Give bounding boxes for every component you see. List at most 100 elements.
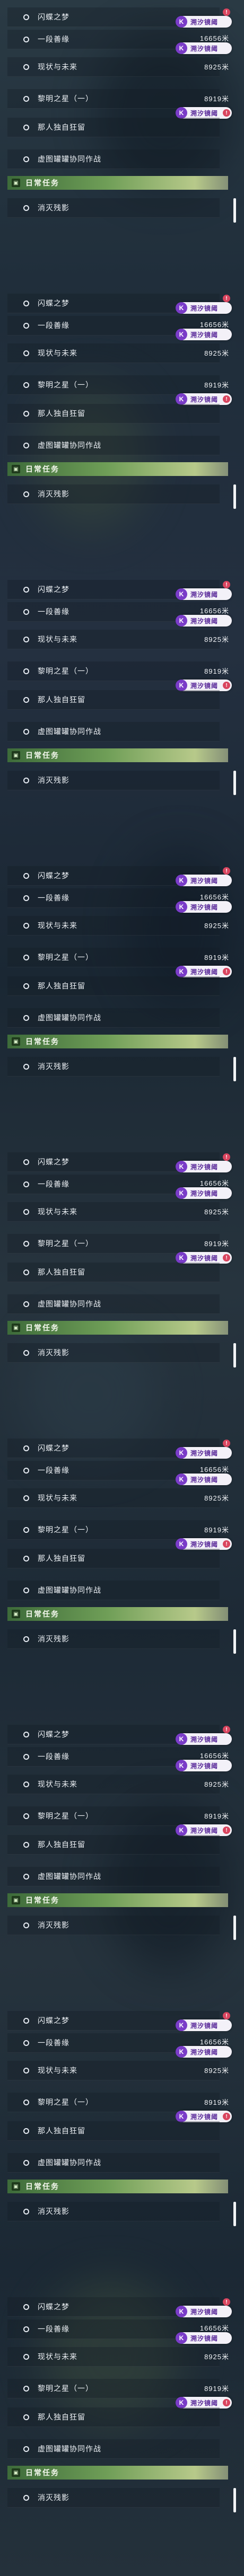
radio-icon[interactable] — [23, 205, 29, 211]
radio-icon[interactable] — [23, 2128, 29, 2134]
quest-item[interactable]: 现状与未来 — [7, 2347, 220, 2367]
radio-icon[interactable] — [23, 1555, 29, 1562]
scrollbar-thumb[interactable] — [233, 484, 236, 509]
quest-item[interactable]: 那人独自狂留 — [7, 1835, 220, 1855]
radio-icon[interactable] — [23, 2414, 29, 2420]
radio-icon[interactable] — [23, 1240, 29, 1247]
radio-icon[interactable] — [23, 922, 29, 929]
radio-icon[interactable] — [23, 1873, 29, 1880]
radio-icon[interactable] — [23, 872, 29, 879]
radio-icon[interactable] — [23, 2099, 29, 2105]
quest-item[interactable]: 那人独自狂留 — [7, 118, 220, 137]
radio-icon[interactable] — [23, 696, 29, 703]
scrollbar-thumb[interactable] — [233, 2488, 236, 2512]
radio-icon[interactable] — [23, 2446, 29, 2452]
daily-quest-item[interactable]: 消灭残影 — [7, 2202, 220, 2221]
quest-item[interactable]: 那人独自狂留 — [7, 1263, 220, 1282]
radio-icon[interactable] — [23, 2159, 29, 2166]
radio-icon[interactable] — [23, 1014, 29, 1021]
radio-icon[interactable] — [23, 1841, 29, 1848]
quest-item[interactable]: 虚图罐罐协同作战 — [7, 436, 220, 455]
radio-icon[interactable] — [23, 1181, 29, 1187]
radio-icon[interactable] — [23, 124, 29, 130]
radio-icon[interactable] — [23, 36, 29, 42]
radio-icon[interactable] — [23, 586, 29, 593]
radio-icon[interactable] — [23, 64, 29, 70]
daily-section-header[interactable]: ▣ 日常任务 — [7, 462, 228, 476]
radio-icon[interactable] — [23, 608, 29, 615]
quest-item[interactable]: 黎明之星（一） — [7, 2379, 220, 2398]
radio-icon[interactable] — [23, 1781, 29, 1787]
quest-item[interactable]: 虚图罐罐协同作战 — [7, 2153, 220, 2173]
radio-icon[interactable] — [23, 728, 29, 735]
quest-item[interactable]: 虚图罐罐协同作战 — [7, 1867, 220, 1886]
radio-icon[interactable] — [23, 1813, 29, 1819]
radio-icon[interactable] — [23, 156, 29, 162]
quest-item[interactable]: 现状与未来 — [7, 916, 220, 936]
scrollbar-thumb[interactable] — [233, 198, 236, 223]
radio-icon[interactable] — [23, 382, 29, 388]
radio-icon[interactable] — [23, 2040, 29, 2046]
radio-icon[interactable] — [23, 1467, 29, 1474]
radio-icon[interactable] — [23, 2326, 29, 2332]
quest-item[interactable]: 现状与未来 — [7, 1775, 220, 1794]
quest-item[interactable]: 那人独自狂留 — [7, 404, 220, 424]
quest-item[interactable]: 虚图罐罐协同作战 — [7, 1294, 220, 1314]
daily-quest-item[interactable]: 消灭残影 — [7, 2488, 220, 2508]
radio-icon[interactable] — [23, 2067, 29, 2074]
radio-icon[interactable] — [23, 1527, 29, 1533]
quest-item[interactable]: 现状与未来 — [7, 2061, 220, 2080]
quest-item[interactable]: 现状与未来 — [7, 343, 220, 363]
daily-quest-item[interactable]: 消灭残影 — [7, 198, 220, 218]
quest-item[interactable]: 虚图罐罐协同作战 — [7, 722, 220, 742]
radio-icon[interactable] — [23, 1301, 29, 1307]
radio-icon[interactable] — [23, 1636, 29, 1642]
radio-icon[interactable] — [23, 983, 29, 989]
quest-item[interactable]: 虚图罐罐协同作战 — [7, 1581, 220, 1600]
radio-icon[interactable] — [23, 1063, 29, 1070]
radio-icon[interactable] — [23, 954, 29, 960]
radio-icon[interactable] — [23, 1349, 29, 1356]
daily-quest-item[interactable]: 消灭残影 — [7, 1916, 220, 1935]
daily-quest-item[interactable]: 消灭残影 — [7, 771, 220, 790]
radio-icon[interactable] — [23, 322, 29, 329]
quest-item[interactable]: 虚图罐罐协同作战 — [7, 149, 220, 169]
quest-item[interactable]: 那人独自狂留 — [7, 976, 220, 996]
radio-icon[interactable] — [23, 1208, 29, 1215]
quest-item[interactable]: 黎明之星（一） — [7, 375, 220, 395]
quest-item[interactable]: 现状与未来 — [7, 57, 220, 77]
quest-item[interactable]: 虚图罐罐协同作战 — [7, 2439, 220, 2459]
radio-icon[interactable] — [23, 2017, 29, 2024]
radio-icon[interactable] — [23, 2304, 29, 2310]
radio-icon[interactable] — [23, 1159, 29, 1165]
radio-icon[interactable] — [23, 1269, 29, 1275]
radio-icon[interactable] — [23, 350, 29, 356]
daily-section-header[interactable]: ▣ 日常任务 — [7, 2180, 228, 2193]
quest-item[interactable]: 黎明之星（一） — [7, 1234, 220, 1254]
quest-item[interactable]: 那人独自狂留 — [7, 690, 220, 710]
radio-icon[interactable] — [23, 2208, 29, 2215]
radio-icon[interactable] — [23, 410, 29, 417]
radio-icon[interactable] — [23, 95, 29, 102]
radio-icon[interactable] — [23, 1731, 29, 1737]
radio-icon[interactable] — [23, 1445, 29, 1451]
quest-item[interactable]: 现状与未来 — [7, 1488, 220, 1508]
daily-quest-item[interactable]: 消灭残影 — [7, 1343, 220, 1363]
radio-icon[interactable] — [23, 442, 29, 448]
quest-item[interactable]: 那人独自狂留 — [7, 2407, 220, 2427]
daily-section-header[interactable]: ▣ 日常任务 — [7, 1321, 228, 1335]
daily-section-header[interactable]: ▣ 日常任务 — [7, 2466, 228, 2480]
daily-section-header[interactable]: ▣ 日常任务 — [7, 748, 228, 762]
daily-section-header[interactable]: ▣ 日常任务 — [7, 176, 228, 190]
quest-item[interactable]: 黎明之星（一） — [7, 1806, 220, 1826]
quest-item[interactable]: 黎明之星（一） — [7, 1520, 220, 1540]
quest-item[interactable]: 现状与未来 — [7, 630, 220, 649]
radio-icon[interactable] — [23, 14, 29, 20]
scrollbar-thumb[interactable] — [233, 2202, 236, 2226]
quest-item[interactable]: 黎明之星（一） — [7, 948, 220, 967]
radio-icon[interactable] — [23, 2353, 29, 2360]
daily-section-header[interactable]: ▣ 日常任务 — [7, 1893, 228, 1907]
daily-quest-item[interactable]: 消灭残影 — [7, 1629, 220, 1649]
radio-icon[interactable] — [23, 668, 29, 674]
radio-icon[interactable] — [23, 1495, 29, 1501]
